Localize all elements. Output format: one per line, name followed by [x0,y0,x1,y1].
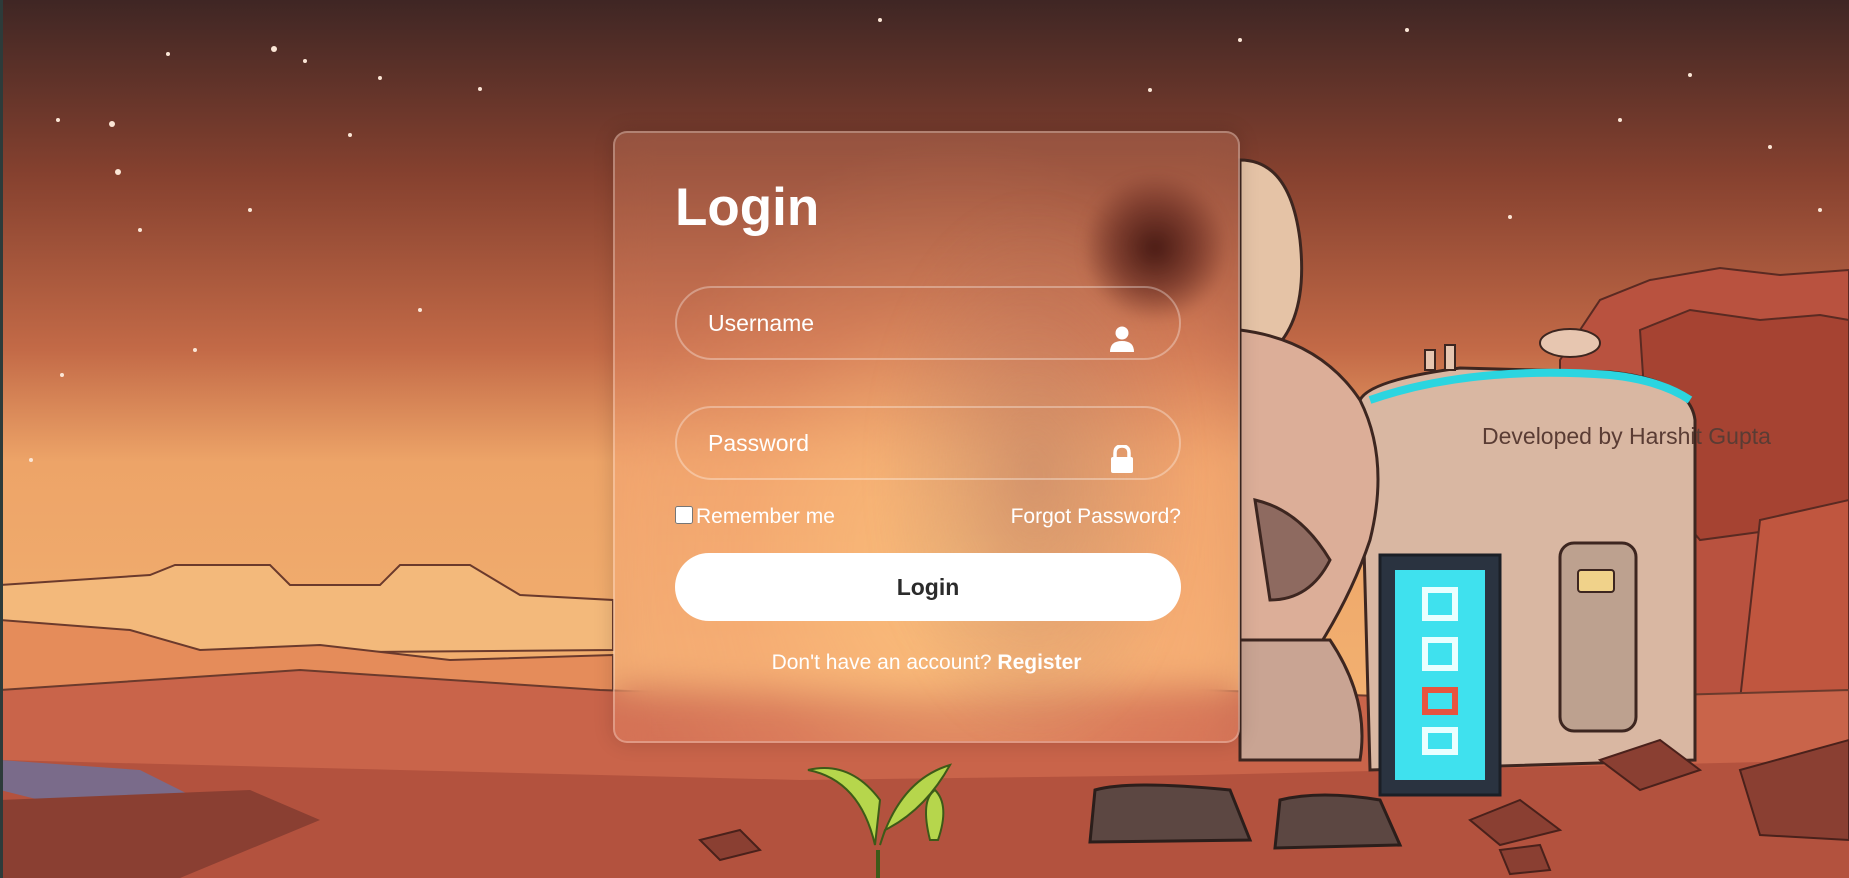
username-input[interactable] [677,288,1179,358]
forgot-password-link[interactable]: Forgot Password? [1011,505,1181,529]
password-input[interactable] [677,408,1179,478]
login-button[interactable]: Login [675,553,1181,621]
lock-icon [1111,445,1133,473]
password-field [675,406,1181,480]
remember-me[interactable]: Remember me [675,505,835,529]
register-prompt-line: Don't have an account? Register [615,651,1238,675]
register-link[interactable]: Register [997,651,1081,674]
username-field [675,286,1181,360]
login-card: Login Remember me Forgot Password? Login [613,131,1240,743]
remember-checkbox[interactable] [675,506,693,524]
user-icon [1110,326,1134,352]
login-options: Remember me Forgot Password? [675,505,1181,535]
remember-label: Remember me [696,505,835,528]
window-edge [0,0,3,878]
login-title: Login [675,178,820,237]
developer-credit: Developed by Harshit Gupta [1482,423,1771,449]
register-prompt: Don't have an account? [771,651,992,674]
login-page: Developed by Harshit Gupta Login Remembe… [0,0,1849,878]
